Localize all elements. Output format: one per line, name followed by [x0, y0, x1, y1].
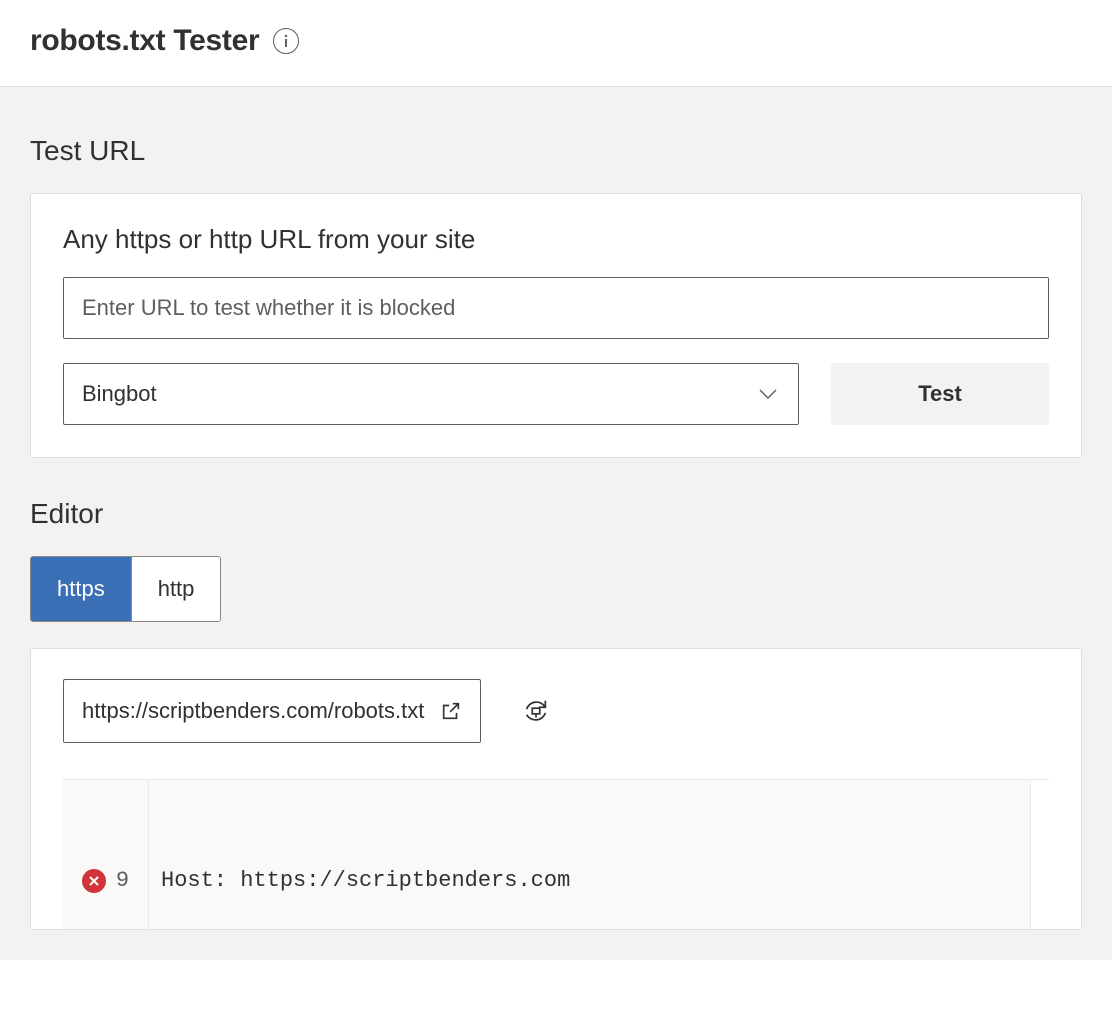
tab-https[interactable]: https: [31, 557, 131, 621]
code-content[interactable]: Host: https://scriptbenders.com: [149, 780, 1031, 929]
editor-heading: Editor: [30, 498, 1082, 530]
page-header: robots.txt Tester: [0, 0, 1112, 87]
code-line: Host: https://scriptbenders.com: [161, 868, 1030, 893]
bot-select-value: Bingbot: [82, 381, 157, 407]
content-area: Test URL Any https or http URL from your…: [0, 87, 1112, 960]
bot-select[interactable]: Bingbot: [63, 363, 799, 425]
protocol-tabs: https http: [30, 556, 221, 622]
code-gutter: 9: [63, 780, 149, 929]
scroll-spacer: [1037, 780, 1049, 929]
editor-card: https://scriptbenders.com/robots.txt: [30, 648, 1082, 930]
chevron-down-icon: [756, 382, 780, 406]
error-icon: [82, 869, 106, 893]
test-button[interactable]: Test: [831, 363, 1049, 425]
code-editor[interactable]: 9 Host: https://scriptbenders.com: [63, 779, 1049, 929]
refresh-icon[interactable]: [521, 696, 551, 726]
url-input[interactable]: [63, 277, 1049, 339]
line-number: 9: [116, 868, 129, 893]
open-external-icon: [440, 700, 462, 722]
url-field-label: Any https or http URL from your site: [63, 224, 1049, 255]
test-url-card: Any https or http URL from your site Bin…: [30, 193, 1082, 458]
info-icon[interactable]: [273, 28, 299, 54]
tab-http[interactable]: http: [131, 557, 221, 621]
robots-url-box[interactable]: https://scriptbenders.com/robots.txt: [63, 679, 481, 743]
page-title: robots.txt Tester: [30, 24, 259, 58]
robots-url-text: https://scriptbenders.com/robots.txt: [82, 698, 424, 724]
test-url-heading: Test URL: [30, 135, 1082, 167]
